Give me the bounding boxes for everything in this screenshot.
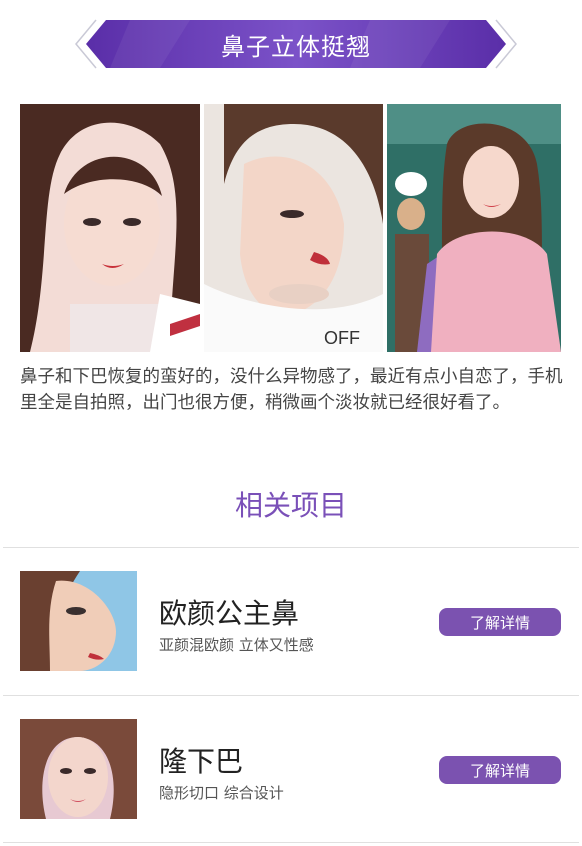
patient-photo-2: OFF (204, 104, 383, 352)
item-1-detail-button[interactable]: 了解详情 (439, 608, 561, 636)
related-title: 相关项目 (234, 489, 347, 522)
item-1-subtitle: 亚颜混欧颜 立体又性感 (159, 636, 314, 654)
patient-photo-3 (387, 104, 561, 352)
item-1-title: 欧颜公主鼻 (159, 597, 300, 630)
item-1-image[interactable] (20, 571, 137, 671)
divider (3, 842, 579, 843)
item-2-detail-button[interactable]: 了解详情 (439, 756, 561, 784)
section-banner: 鼻子立体挺翘 (70, 16, 522, 72)
patient-photo-1 (20, 104, 200, 352)
review-text: 鼻子和下巴恢复的蛮好的，没什么异物感了，最近有点小自恋了，手机里全是自拍照，出门… (20, 367, 563, 413)
item-2-subtitle: 隐形切口 综合设计 (159, 784, 284, 802)
divider (3, 547, 579, 548)
svg-text:OFF: OFF (324, 328, 360, 348)
item-2-image[interactable] (20, 719, 137, 819)
item-2-title: 隆下巴 (159, 745, 244, 778)
divider (3, 695, 579, 696)
banner-title: 鼻子立体挺翘 (221, 32, 371, 61)
